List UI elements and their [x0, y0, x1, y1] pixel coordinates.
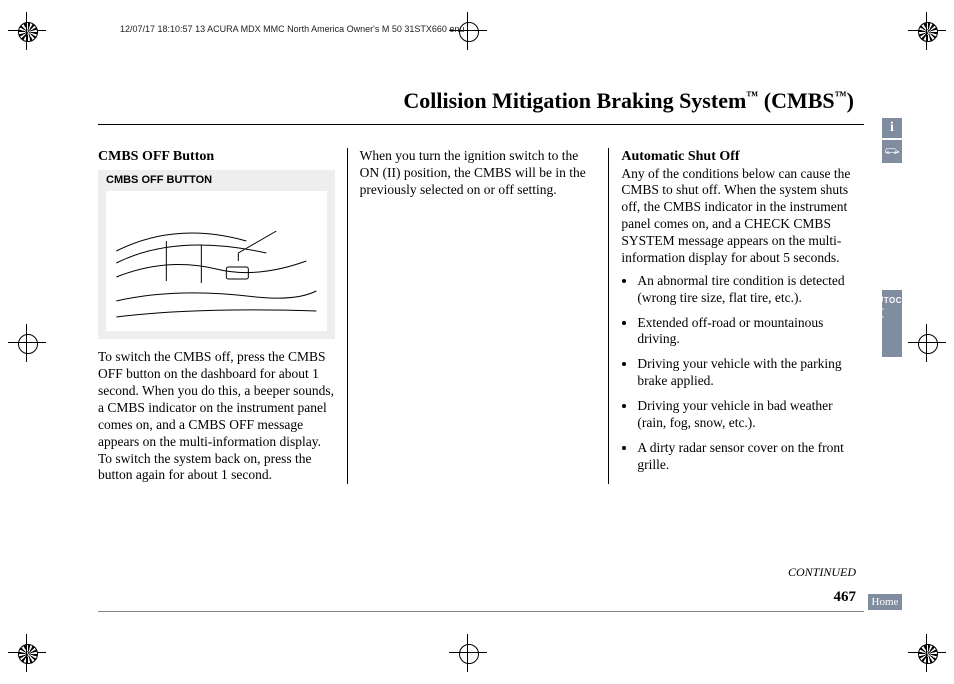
content-columns: CMBS OFF Button CMBS OFF BUTTON: [98, 148, 858, 484]
col3-subhead: Automatic Shut Off: [621, 148, 858, 166]
list-item: An abnormal tire condition is detected (…: [637, 273, 858, 307]
side-tabs: i: [882, 118, 902, 165]
document-header-metadata: 12/07/17 18:10:57 13 ACURA MDX MMC North…: [120, 24, 464, 34]
figure-caption: CMBS OFF BUTTON: [98, 170, 335, 190]
column-1: CMBS OFF Button CMBS OFF BUTTON: [98, 148, 347, 484]
crop-mark-icon: [914, 640, 940, 666]
home-button[interactable]: Home: [868, 594, 902, 610]
tab-section-label: Driving: [873, 296, 884, 329]
tab-toc-label: TOC: [884, 296, 902, 305]
crop-mark-icon: [914, 18, 940, 44]
col3-bullet-list: An abnormal tire condition is detected (…: [621, 273, 858, 474]
crop-mark-icon: [14, 18, 40, 44]
crop-mark-icon: [914, 330, 940, 356]
list-item: Driving your vehicle with the parking br…: [637, 356, 858, 390]
column-3: Automatic Shut Off Any of the conditions…: [608, 148, 858, 484]
list-item: A dirty radar sensor cover on the front …: [637, 440, 858, 474]
tab-section-driving[interactable]: TOC Driving: [882, 290, 902, 357]
continued-label: CONTINUED: [788, 565, 856, 580]
col2-body: When you turn the ignition switch to the…: [360, 148, 597, 199]
crop-mark-icon: [14, 640, 40, 666]
list-item: Extended off-road or mountainous driving…: [637, 315, 858, 349]
column-2: When you turn the ignition switch to the…: [347, 148, 609, 484]
figure-drawing: [106, 191, 327, 331]
col1-subhead: CMBS OFF Button: [98, 148, 335, 166]
tab-vehicle-icon[interactable]: [882, 140, 902, 163]
crop-mark-icon: [14, 330, 40, 356]
col1-body: To switch the CMBS off, press the CMBS O…: [98, 349, 335, 484]
list-item: Driving your vehicle in bad weather (rai…: [637, 398, 858, 432]
figure-cmbs-off-button: CMBS OFF BUTTON: [98, 170, 335, 340]
footer-rule: [98, 611, 864, 612]
col3-intro: Any of the conditions below can cause th…: [621, 166, 858, 267]
page-number: 467: [834, 589, 857, 606]
page-title: Collision Mitigation Braking System™ (CM…: [403, 88, 854, 114]
title-rule: [98, 124, 864, 125]
crop-mark-icon: [455, 640, 481, 666]
tab-info[interactable]: i: [882, 118, 902, 138]
